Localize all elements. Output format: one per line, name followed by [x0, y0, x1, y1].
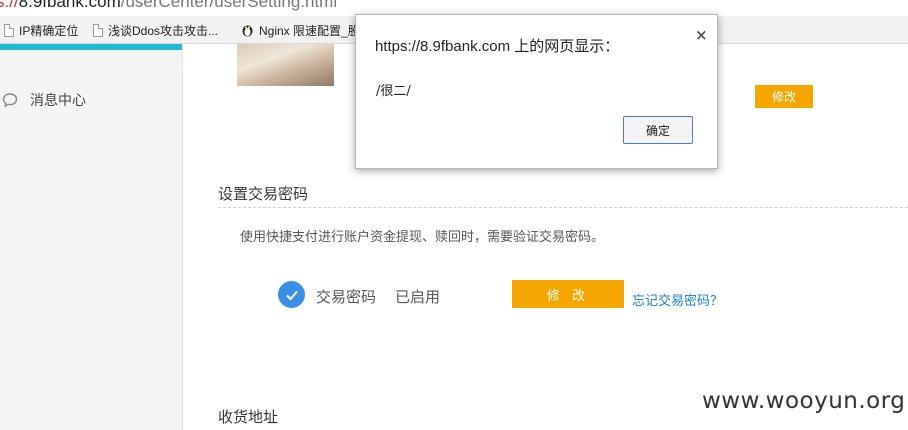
url-host: 8.9fbank.com: [18, 0, 121, 11]
close-icon[interactable]: ×: [695, 26, 708, 44]
watermark: www.wooyun.org: [702, 388, 906, 414]
ok-button[interactable]: 确定: [623, 116, 693, 144]
trade-password-title: 设置交易密码: [218, 185, 309, 203]
forgot-trade-password-link[interactable]: 忘记交易密码？: [632, 290, 723, 309]
bookmark-ip[interactable]: IP精确定位: [4, 21, 78, 39]
modify-trade-password-button[interactable]: 修 改: [512, 280, 624, 308]
trade-password-label: 交易密码: [316, 288, 377, 306]
bookmark-nginx[interactable]: Nginx 限速配置_股: [241, 21, 360, 39]
section-divider: [218, 207, 908, 208]
trade-password-description: 使用快捷支付进行账户资金提现、赎回时，需要验证交易密码。: [240, 230, 605, 245]
sidebar-accent-bar: [0, 44, 182, 50]
trade-password-status: 已启用: [395, 288, 441, 306]
alert-dialog: https://8.9fbank.com 上的网页显示： × /很二/ 确定: [355, 14, 718, 169]
dialog-message: /很二/: [376, 84, 411, 99]
chat-bubble-icon: [2, 93, 18, 108]
sidebar-item-label: 消息中心: [30, 93, 86, 109]
penguin-icon: [242, 25, 253, 37]
dialog-title: https://8.9fbank.com 上的网页显示：: [375, 38, 620, 55]
address-url[interactable]: s://8.9fbank.com/userCenter/userSetting.…: [0, 0, 337, 12]
page-icon: [4, 23, 14, 37]
bookmark-label: Nginx 限速配置_股: [259, 23, 360, 38]
check-circle-icon: [278, 281, 305, 308]
url-path: /userCenter/userSetting.html: [120, 0, 338, 11]
shipping-address-title: 收货地址: [218, 408, 279, 426]
url-scheme: s://: [0, 0, 19, 11]
modify-profile-button[interactable]: 修改: [755, 85, 813, 108]
avatar: [237, 44, 334, 86]
bookmark-label: 浅谈Ddos攻击攻击...: [108, 23, 219, 38]
bookmark-ddos[interactable]: 浅谈Ddos攻击攻击...: [93, 21, 218, 39]
sidebar-item-messages[interactable]: 消息中心: [2, 90, 86, 110]
bookmark-label: IP精确定位: [19, 23, 79, 38]
page-icon: [93, 23, 103, 37]
